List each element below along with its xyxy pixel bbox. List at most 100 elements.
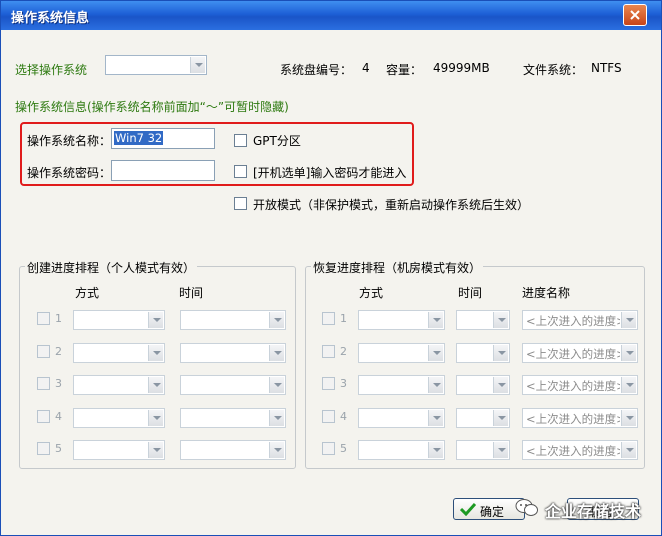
capacity-value: 49999MB [433,61,490,75]
create-row-checkbox[interactable] [37,409,50,423]
restore-col-name: 进度名称 [522,286,571,300]
disk-number-label: 系统盘编号： [280,63,353,77]
os-password-label: 操作系统密码： [27,166,112,180]
chevron-down-icon [493,344,508,361]
chevron-down-icon [269,312,284,328]
restore-row-number: 2 [340,344,347,358]
create-time-dropdown[interactable] [180,375,286,395]
restore-time-dropdown[interactable] [456,342,510,363]
chevron-down-icon [269,409,284,426]
restore-name-dropdown-text: <上次进入的进度> [526,379,620,393]
os-password-input[interactable] [111,160,215,181]
restore-name-dropdown[interactable]: <上次进入的进度> [522,342,638,363]
restore-row-number: 4 [340,409,347,423]
restore-name-dropdown-text: <上次进入的进度> [526,346,620,361]
create-mode-dropdown[interactable] [73,375,165,395]
chevron-down-icon [428,312,443,328]
create-row-number: 1 [55,312,62,325]
capacity-label: 容量： [386,63,423,77]
restore-mode-dropdown[interactable] [358,310,445,330]
create-col-time: 时间 [179,286,204,300]
restore-col-mode: 方式 [359,286,384,300]
create-mode-dropdown[interactable] [73,310,165,330]
os-name-value: Win7 32 [114,131,164,145]
create-row-checkbox[interactable] [37,312,50,325]
chevron-down-icon [621,442,636,458]
create-time-dropdown[interactable] [180,342,286,363]
os-name-label: 操作系统名称： [27,134,112,148]
chevron-down-icon [493,442,508,458]
select-os-dropdown[interactable] [105,55,207,75]
chevron-down-icon [269,344,284,361]
restore-row-checkbox[interactable] [322,442,335,455]
create-mode-dropdown[interactable] [73,342,165,363]
filesystem-label: 文件系统： [523,63,584,77]
create-time-dropdown[interactable] [180,310,286,330]
restore-mode-dropdown[interactable] [358,407,445,428]
restore-schedule-title: 恢复进度排程（机房模式有效） [311,259,484,276]
restore-name-dropdown-text: <上次进入的进度> [526,411,620,426]
title-bar[interactable]: 操作系统信息 [1,1,661,30]
create-row-number: 5 [55,442,62,455]
boot-menu-password-label: [开机选单]输入密码才能进入 [253,166,407,180]
restore-time-dropdown[interactable] [456,375,510,395]
restore-row-checkbox[interactable] [322,409,335,423]
restore-name-dropdown[interactable]: <上次进入的进度> [522,440,638,460]
chevron-down-icon [493,409,508,426]
restore-time-dropdown[interactable] [456,310,510,330]
os-info-section-title: 操作系统信息(操作系统名称前面加“～”可暂时隐藏) [15,100,289,114]
restore-row-number: 3 [340,377,347,390]
create-row-checkbox[interactable] [37,344,50,358]
restore-name-dropdown[interactable]: <上次进入的进度> [522,407,638,428]
create-row-checkbox[interactable] [37,377,50,390]
create-time-dropdown[interactable] [180,407,286,428]
close-button[interactable] [623,4,647,26]
chevron-down-icon [428,344,443,361]
gpt-checkbox[interactable] [234,134,247,147]
create-mode-dropdown[interactable] [73,440,165,460]
window-title: 操作系统信息 [11,11,90,26]
create-col-mode: 方式 [75,286,100,300]
create-time-dropdown[interactable] [180,440,286,460]
os-info-dialog: 操作系统信息 选择操作系统 系统盘编号： 4 容量： 49999MB 文件系统：… [0,0,662,536]
chevron-down-icon [148,377,163,393]
create-schedule-title: 创建进度排程（个人模式有效） [25,259,198,276]
watermark-text: 企业存储技术 [545,502,642,521]
close-icon [630,10,640,20]
boot-menu-password-checkbox[interactable] [234,165,247,178]
restore-name-dropdown-text: <上次进入的进度> [526,314,620,328]
wechat-icon [515,499,538,516]
restore-mode-dropdown[interactable] [358,342,445,363]
checkmark-icon [460,502,476,516]
os-name-input[interactable]: Win7 32 [111,128,215,149]
restore-time-dropdown[interactable] [456,407,510,428]
restore-row-checkbox[interactable] [322,344,335,358]
chevron-down-icon [148,442,163,458]
chevron-down-icon [269,377,284,393]
filesystem-value: NTFS [591,61,622,75]
create-row-checkbox[interactable] [37,442,50,455]
chevron-down-icon [428,377,443,393]
chevron-down-icon [493,312,508,328]
disk-number-value: 4 [362,61,370,75]
chevron-down-icon [621,409,636,426]
gpt-label: GPT分区 [253,134,301,148]
restore-mode-dropdown[interactable] [358,375,445,395]
create-mode-dropdown[interactable] [73,407,165,428]
restore-name-dropdown[interactable]: <上次进入的进度> [522,310,638,330]
restore-mode-dropdown[interactable] [358,440,445,460]
chevron-down-icon [621,377,636,393]
restore-row-checkbox[interactable] [322,377,335,390]
select-os-label: 选择操作系统 [15,63,88,77]
restore-row-checkbox[interactable] [322,312,335,325]
restore-name-dropdown[interactable]: <上次进入的进度> [522,375,638,395]
restore-time-dropdown[interactable] [456,440,510,460]
chevron-down-icon [148,344,163,361]
chevron-down-icon [148,409,163,426]
open-mode-checkbox[interactable] [234,197,247,210]
chevron-down-icon [428,409,443,426]
restore-row-number: 1 [340,312,347,325]
restore-col-time: 时间 [458,286,483,300]
chevron-down-icon [190,57,205,73]
create-row-number: 2 [55,344,62,358]
